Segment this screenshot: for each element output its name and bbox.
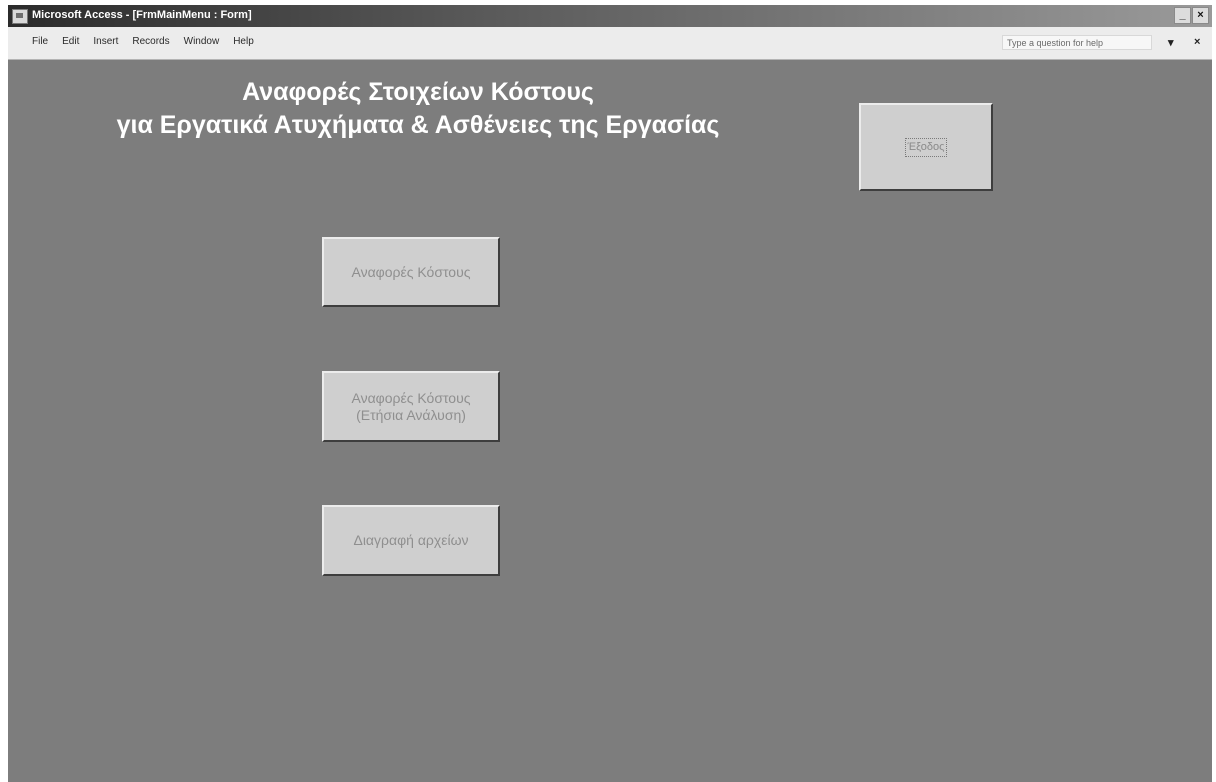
menu-records[interactable]: Records	[130, 36, 171, 47]
menu-window[interactable]: Window	[182, 36, 222, 47]
menu-bar: File Edit Insert Records Window Help Typ…	[8, 27, 1212, 60]
title-bar: Microsoft Access - [FrmMainMenu : Form] …	[8, 5, 1212, 27]
minimize-button[interactable]: _	[1174, 7, 1191, 24]
heading-line-2: για Εργατικά Ατυχήματα & Ασθένειες της Ε…	[116, 111, 720, 139]
main-menu-form: Αναφορές Στοιχείων Κόστους για Εργατικά …	[8, 60, 1212, 782]
annual-reports-line-1: Αναφορές Κόστους	[351, 389, 471, 406]
delete-files-button[interactable]: Διαγραφή αρχείων	[322, 505, 500, 576]
cost-reports-button[interactable]: Αναφορές Κόστους	[322, 237, 500, 307]
menu-insert[interactable]: Insert	[91, 36, 120, 47]
document-close-button[interactable]: ×	[1194, 36, 1200, 48]
window-title: Microsoft Access - [FrmMainMenu : Form]	[32, 9, 252, 21]
menu-edit[interactable]: Edit	[60, 36, 81, 47]
menu-help[interactable]: Help	[231, 36, 256, 47]
annual-reports-line-2: (Ετήσια Ανάλυση)	[356, 406, 466, 423]
menu: File Edit Insert Records Window Help	[30, 36, 256, 47]
ask-question-input[interactable]: Type a question for help	[1002, 35, 1152, 50]
exit-button-label: Έξοδος	[904, 137, 948, 157]
close-button[interactable]: ×	[1192, 7, 1209, 24]
cost-reports-label: Αναφορές Κόστους	[351, 263, 471, 280]
access-app-icon[interactable]	[12, 9, 28, 24]
form-heading: Αναφορές Στοιχείων Κόστους για Εργατικά …	[8, 76, 828, 142]
document-menu-button[interactable]: ▾	[1168, 36, 1174, 49]
exit-button[interactable]: Έξοδος	[859, 103, 993, 191]
menu-file[interactable]: File	[30, 36, 50, 47]
heading-line-1: Αναφορές Στοιχείων Κόστους	[242, 78, 594, 106]
delete-files-label: Διαγραφή αρχείων	[353, 532, 469, 548]
annual-cost-reports-button[interactable]: Αναφορές Κόστους (Ετήσια Ανάλυση)	[322, 371, 500, 442]
